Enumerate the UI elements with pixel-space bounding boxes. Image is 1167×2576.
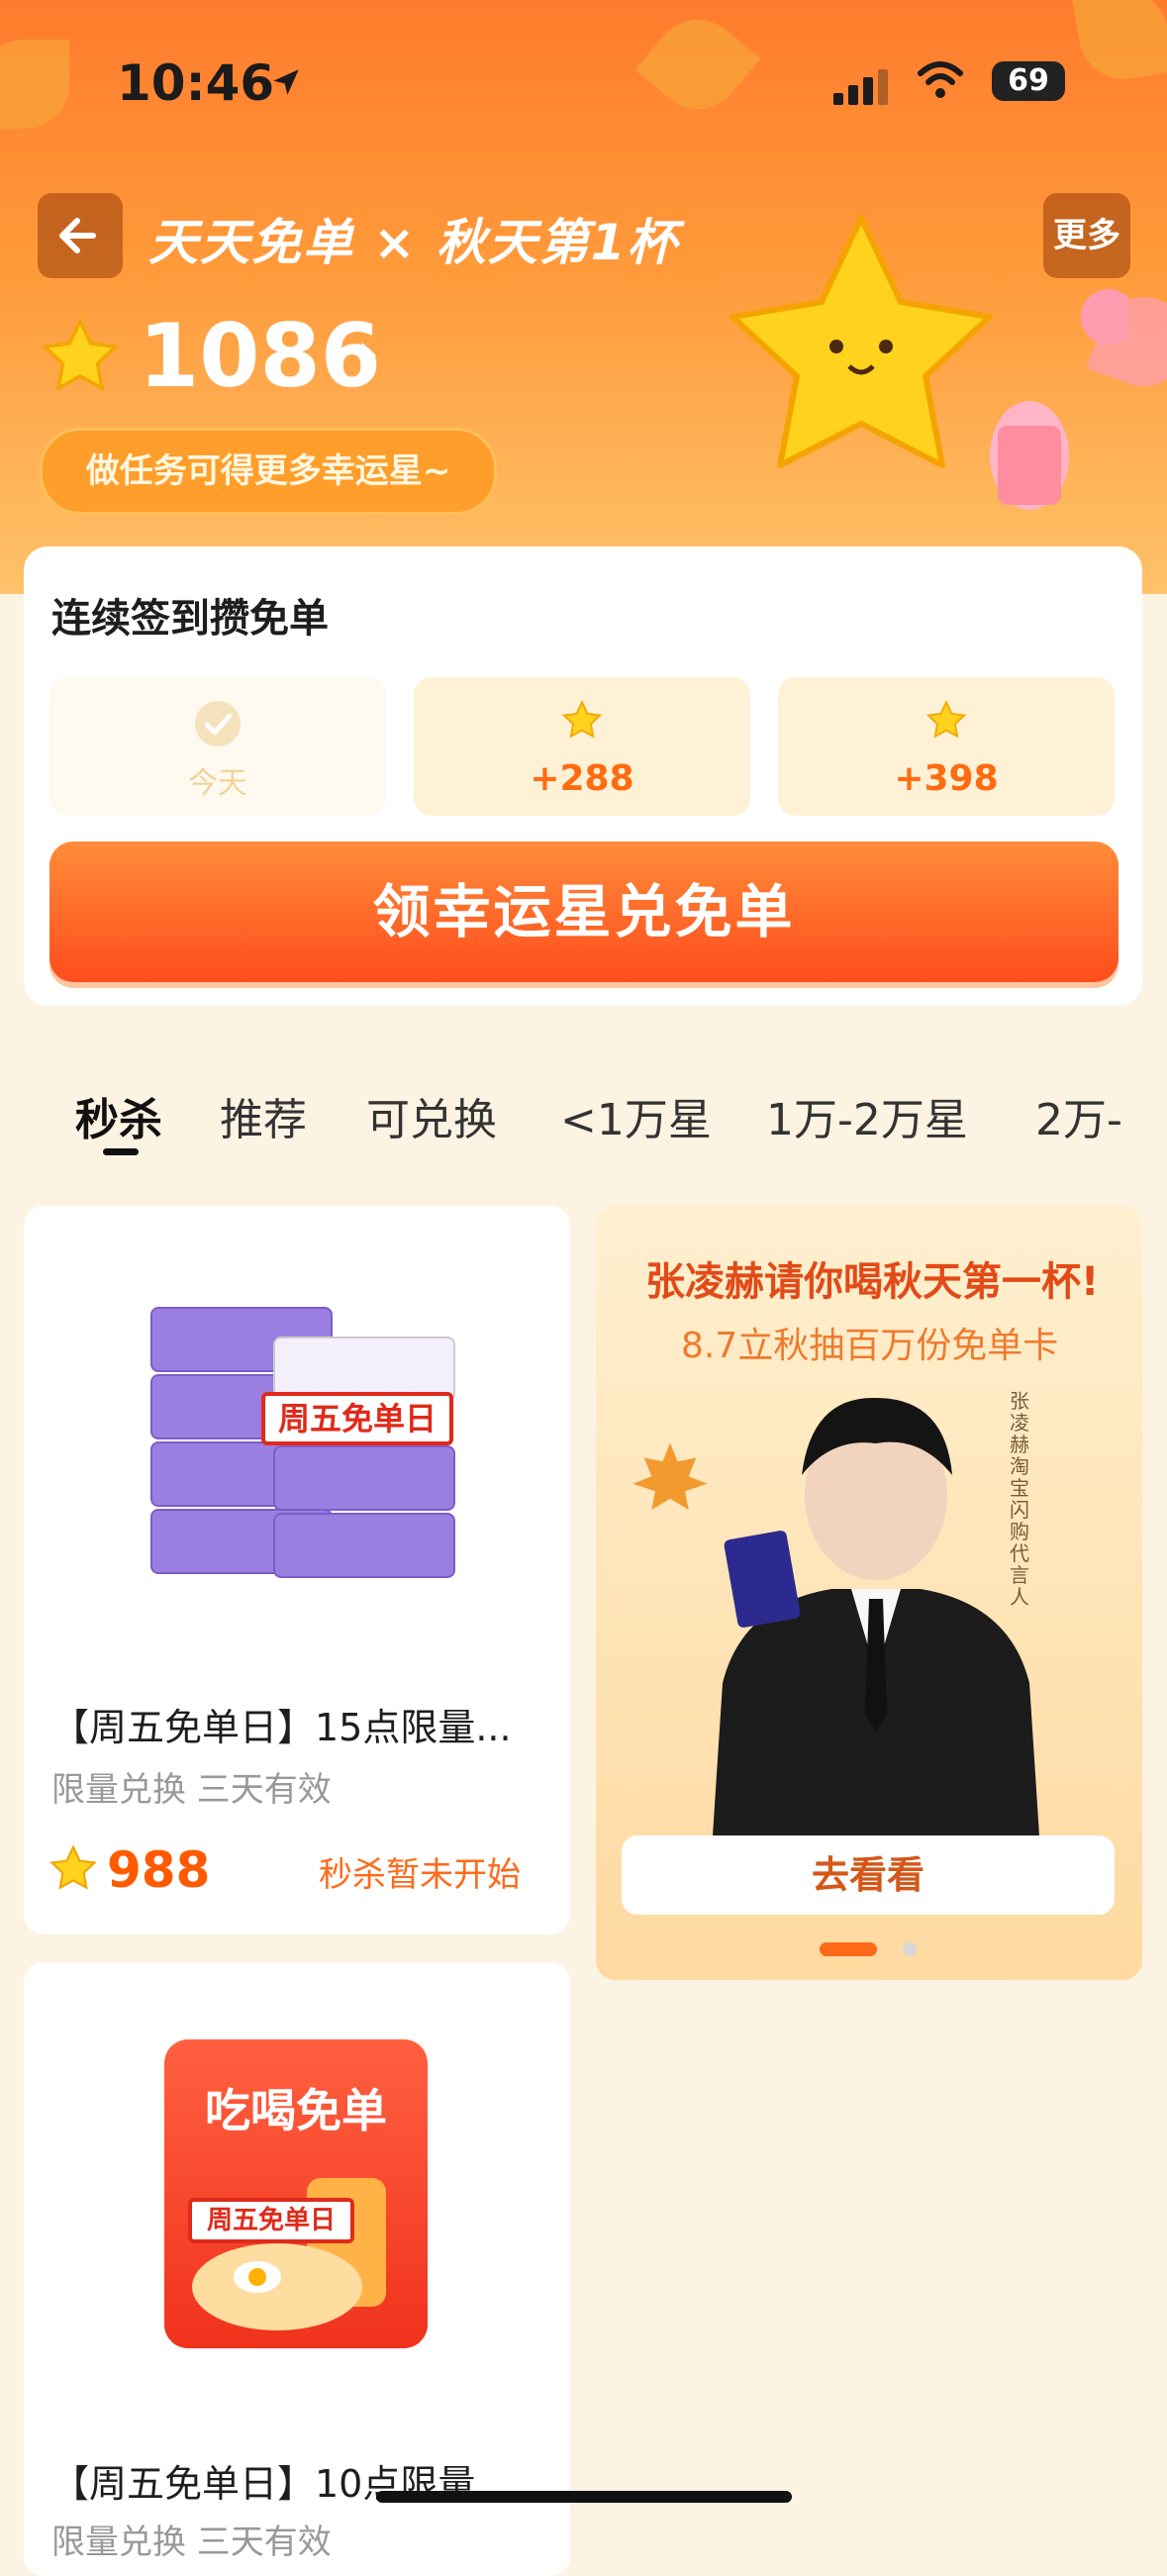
signin-day-reward: +398 xyxy=(894,758,999,799)
tissue-product-image: 周五免单日 xyxy=(139,1297,455,1624)
product-price: 988 xyxy=(107,1841,211,1899)
food-image-title: 吃喝免单 xyxy=(205,2084,387,2137)
promo-subtitle: 8.7立秋抽百万份免单卡 xyxy=(681,1326,1059,1366)
friday-free-badge: 周五免单日 xyxy=(188,2198,354,2243)
leaf-decoration xyxy=(1071,0,1167,87)
carousel-dot[interactable] xyxy=(903,1942,917,1956)
signin-day-2[interactable]: +288 xyxy=(414,677,750,816)
product-subtitle: 限量兑换 三天有效 xyxy=(51,1770,332,1810)
lucky-star-icon xyxy=(924,699,968,746)
signin-title: 连续签到攒免单 xyxy=(51,596,329,642)
carousel-dot-active[interactable] xyxy=(820,1942,877,1956)
tab-seckill[interactable]: 秒杀 xyxy=(75,1084,162,1147)
tab-20k-plus[interactable]: 2万- xyxy=(1035,1084,1122,1147)
lucky-star-icon xyxy=(38,315,123,404)
wifi-icon xyxy=(916,57,965,105)
cellular-signal-icon xyxy=(833,69,893,105)
signin-day-today[interactable]: 今天 xyxy=(49,677,386,816)
claim-stars-button[interactable]: 领幸运星兑免单 xyxy=(49,842,1118,982)
product-subtitle: 限量兑换 三天有效 xyxy=(51,2523,332,2562)
signin-day-3[interactable]: +398 xyxy=(778,677,1115,816)
battery-indicator: 69 xyxy=(992,61,1065,101)
back-arrow-icon xyxy=(59,218,96,253)
lucky-star-icon xyxy=(560,699,604,746)
back-button[interactable] xyxy=(38,193,123,278)
home-indicator xyxy=(376,2491,792,2503)
signin-day-label: 今天 xyxy=(188,766,247,801)
promo-title: 张凌赫请你喝秋天第一杯! xyxy=(645,1259,1100,1305)
points-balance[interactable]: 1086 xyxy=(139,305,381,407)
leaf-decoration xyxy=(634,1,761,128)
signin-day-reward: +288 xyxy=(530,758,634,799)
product-name: 【周五免单日】15点限量... xyxy=(51,1706,512,1749)
lucky-star-icon xyxy=(48,1843,99,1899)
spokesperson-caption: 张凌赫 淘宝闪购代言人 xyxy=(1010,1389,1029,1609)
friday-free-badge: 周五免单日 xyxy=(261,1392,453,1445)
tab-under-10k[interactable]: <1万星 xyxy=(560,1084,712,1147)
tab-recommend[interactable]: 推荐 xyxy=(220,1084,307,1147)
status-time: 10:46 xyxy=(117,54,275,112)
location-arrow-icon xyxy=(269,65,303,103)
seckill-status: 秒杀暂未开始 xyxy=(319,1855,521,1895)
page-title: 天天免单 × 秋天第1杯 xyxy=(148,214,679,271)
task-hint-button[interactable]: 做任务可得更多幸运星~ xyxy=(40,428,497,515)
star-mascot-illustration xyxy=(653,208,1136,539)
checkmark-icon xyxy=(193,699,243,752)
tab-10k-20k[interactable]: 1万-2万星 xyxy=(766,1084,968,1147)
leaf-decoration xyxy=(0,40,69,129)
food-free-image: 吃喝免单 周五免单日 xyxy=(164,2039,428,2348)
tab-active-indicator xyxy=(103,1148,139,1155)
chevron-right-icon[interactable]: › xyxy=(356,319,380,388)
watch-button[interactable]: 去看看 xyxy=(622,1835,1115,1915)
tab-redeemable[interactable]: 可兑换 xyxy=(366,1084,497,1147)
